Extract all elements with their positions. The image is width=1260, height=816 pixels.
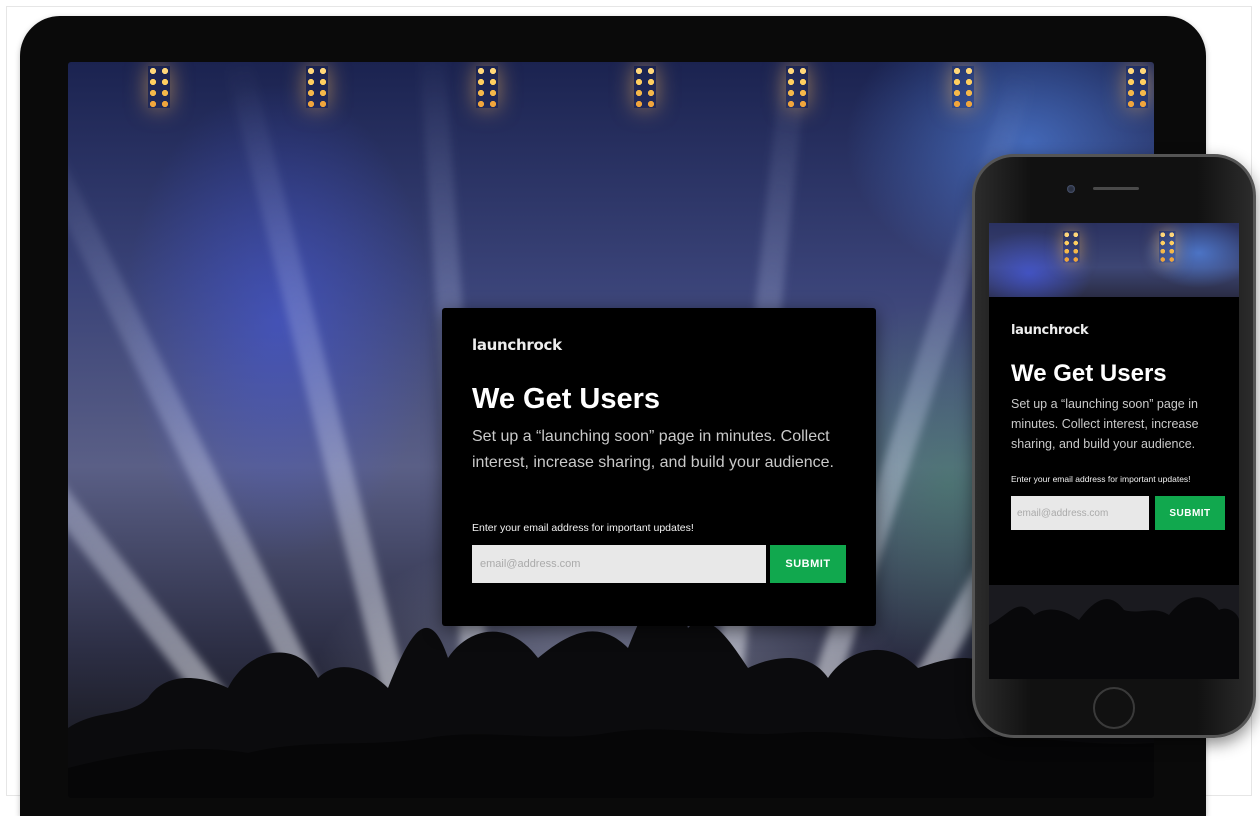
launchrock-logo: launchrock	[472, 336, 562, 354]
signup-form: SUBMIT	[1011, 496, 1225, 530]
stage-light	[786, 66, 808, 108]
email-prompt: Enter your email address for important u…	[472, 522, 694, 534]
stage-lights	[68, 62, 1154, 122]
phone-screen: launchrock We Get Users Set up a “launch…	[989, 223, 1239, 679]
phone-device: launchrock We Get Users Set up a “launch…	[972, 154, 1256, 738]
speaker-grille	[1093, 187, 1139, 190]
submit-button[interactable]: SUBMIT	[770, 545, 846, 583]
signup-card: launchrock We Get Users Set up a “launch…	[442, 308, 876, 626]
stage-light	[1126, 66, 1148, 108]
phone-signup-content: launchrock We Get Users Set up a “launch…	[1011, 323, 1225, 530]
launchrock-logo: launchrock	[1011, 323, 1089, 338]
stage-light	[476, 66, 498, 108]
stage-light	[306, 66, 328, 108]
stage-light	[634, 66, 656, 108]
hero-headline: We Get Users	[1011, 360, 1167, 387]
email-input[interactable]	[472, 545, 766, 583]
submit-button[interactable]: SUBMIT	[1155, 496, 1225, 530]
email-prompt: Enter your email address for important u…	[1011, 474, 1191, 484]
hero-description: Set up a “launching soon” page in minute…	[472, 428, 834, 471]
email-input[interactable]	[1011, 496, 1149, 530]
stage-light	[148, 66, 170, 108]
home-button-icon[interactable]	[1093, 687, 1135, 729]
crowd-silhouette	[989, 585, 1239, 679]
camera-icon	[1067, 185, 1075, 193]
stage-light	[1159, 231, 1176, 263]
stage-light	[952, 66, 974, 108]
hero-headline: We Get Users	[472, 383, 661, 415]
hero-description: Set up a “launching soon” page in minute…	[1011, 397, 1199, 451]
stage-light	[1063, 231, 1080, 263]
signup-form: SUBMIT	[472, 545, 846, 583]
phone-hero-image	[989, 223, 1239, 297]
